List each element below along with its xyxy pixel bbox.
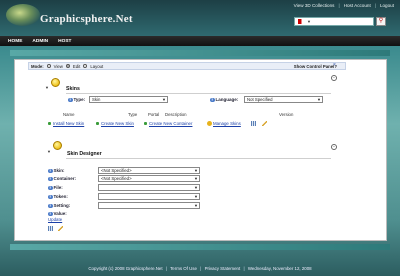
separator: | (338, 3, 340, 8)
file-select[interactable]: ▼ (98, 184, 200, 191)
skin-field-label: ? Skin: (48, 168, 65, 174)
setting-select[interactable]: ▼ (98, 202, 200, 209)
mode-layout-label: Layout (90, 63, 104, 69)
mode-edit-label: Edit (72, 63, 81, 69)
install-new-skin-link[interactable]: Install New Skin (47, 121, 84, 126)
separator: | (243, 266, 245, 271)
help-icon[interactable]: ? (48, 211, 53, 217)
edit-pencil-icon[interactable] (58, 226, 63, 231)
main-nav: HOME ADMIN HOST (0, 36, 400, 46)
add-icon (95, 121, 100, 126)
module-actions-icon[interactable] (53, 141, 62, 150)
view-3d-collections-link[interactable]: View 3D Collections (294, 3, 335, 8)
site-footer: Copyright (c) 2008 Graphicsphere.Net | T… (0, 266, 400, 271)
help-icon[interactable]: ? (68, 97, 73, 103)
file-field-label: ? File: (48, 185, 63, 191)
help-icon[interactable]: ? (48, 194, 53, 200)
token-select[interactable]: ▼ (98, 193, 200, 200)
install-icon (47, 121, 52, 126)
create-new-skin-link[interactable]: Create New Skin (95, 121, 134, 126)
language-label: ? Language: (210, 97, 239, 103)
top-band (10, 50, 390, 56)
create-new-container-link[interactable]: Create New Container (143, 121, 192, 126)
chevron-down-icon: ▼ (194, 185, 198, 190)
mode-view-label: View (53, 63, 63, 69)
section-menu-arrow-icon[interactable]: ▼ (45, 85, 49, 90)
grid-icon[interactable] (251, 121, 256, 126)
mode-view-radio[interactable] (46, 64, 51, 68)
type-select[interactable]: Skin ▼ (89, 96, 168, 103)
chevron-down-icon: ▼ (307, 19, 311, 24)
nav-item-host[interactable]: HOST (58, 39, 71, 44)
search-button[interactable]: ⚲ (376, 17, 386, 26)
mode-bar: Mode: View Edit Layout Show Control Pane… (28, 62, 346, 70)
edit-pencil-icon[interactable] (262, 121, 267, 126)
top-links: View 3D Collections | Host Account | Log… (294, 3, 394, 8)
section-divider (66, 93, 331, 94)
search-icon: ⚲ (378, 18, 384, 24)
mode-layout-radio[interactable] (83, 64, 88, 68)
show-control-panel-toggle[interactable]: Show Control Panel? (294, 64, 337, 69)
grid-icon[interactable] (48, 226, 53, 231)
manage-icon (207, 121, 212, 126)
setting-field-label: ? Setting: (48, 203, 71, 209)
mode-edit-radio[interactable] (65, 64, 70, 68)
close-icon[interactable]: × (333, 62, 336, 68)
column-header-name: Name (63, 112, 75, 117)
column-header-version: Version (279, 112, 294, 117)
mode-label: Mode: (31, 63, 44, 69)
separator: | (374, 3, 376, 8)
separator: | (200, 266, 202, 271)
host-account-link[interactable]: Host Account (344, 3, 371, 8)
globe-logo-icon (6, 4, 40, 26)
copyright-text: Copyright (c) 2008 Graphicsphere.Net (88, 266, 163, 271)
type-label: ? Type: (68, 97, 86, 103)
column-header-description: Description (165, 112, 187, 117)
language-filter-select[interactable]: Not Specified ▼ (244, 96, 323, 103)
section-divider (66, 158, 331, 159)
container-select[interactable]: <Not Specified> ▼ (98, 175, 200, 182)
chevron-down-icon: ▼ (317, 97, 321, 102)
separator: | (165, 266, 167, 271)
update-link[interactable]: Update (48, 217, 62, 222)
privacy-link[interactable]: Privacy Statement (205, 266, 241, 271)
skin-designer-title: Skin Designer (67, 151, 102, 157)
help-icon[interactable]: ? (48, 185, 53, 191)
collapse-icon[interactable]: − (331, 144, 337, 150)
terms-link[interactable]: Terms Of Use (170, 266, 197, 271)
site-logo[interactable]: Graphicsphere.Net (40, 13, 133, 25)
module-actions-icon[interactable] (51, 78, 60, 87)
bottom-band (10, 244, 390, 250)
add-icon (143, 121, 148, 126)
column-header-type: Type (128, 112, 138, 117)
language-select[interactable]: ▼ (294, 17, 374, 26)
nav-item-admin[interactable]: ADMIN (32, 39, 48, 44)
site-header: Graphicsphere.Net View 3D Collections | … (0, 0, 400, 36)
nav-item-home[interactable]: HOME (8, 39, 22, 44)
skins-title: Skins (66, 86, 80, 92)
chevron-down-icon: ▼ (194, 176, 198, 181)
help-icon[interactable]: ? (48, 168, 53, 174)
chevron-down-icon: ▼ (194, 194, 198, 199)
section-menu-arrow-icon[interactable]: ▼ (47, 149, 51, 154)
collapse-icon[interactable]: − (331, 75, 337, 81)
skin-select[interactable]: <Not Specified> ▼ (98, 167, 200, 174)
logout-link[interactable]: Logout (380, 3, 394, 8)
chevron-down-icon: ▼ (162, 97, 166, 102)
container-field-label: ? Container: (48, 176, 76, 182)
flag-icon (298, 19, 305, 24)
chevron-down-icon: ▼ (194, 203, 198, 208)
help-icon[interactable]: ? (210, 97, 215, 103)
help-icon[interactable]: ? (48, 203, 53, 209)
token-field-label: ? Token: (48, 194, 68, 200)
chevron-down-icon: ▼ (194, 168, 198, 173)
help-icon[interactable]: ? (48, 176, 53, 182)
footer-date: Wednesday, November 12, 2008 (247, 266, 312, 271)
column-header-portal: Portal (148, 112, 160, 117)
manage-skins-link[interactable]: Manage Skins (207, 121, 241, 126)
value-field-label: ? Value: (48, 211, 67, 217)
